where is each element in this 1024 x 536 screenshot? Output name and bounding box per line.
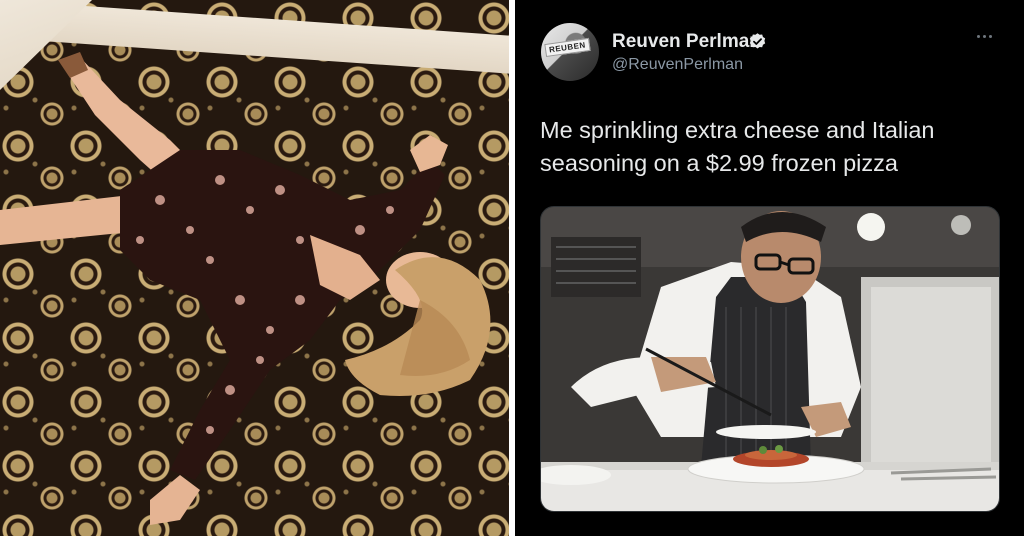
user-handle[interactable]: @ReuvenPerlman (612, 56, 743, 74)
display-name[interactable]: Reuven Perlman (612, 31, 761, 53)
avatar-sign: REUBEN (544, 37, 591, 58)
tweet-card: REUBEN Reuven Perlman @ReuvenPerlman Me … (515, 0, 1024, 536)
chef-plating-photo (541, 207, 999, 511)
verified-badge-icon (749, 33, 766, 49)
left-photo-panel (0, 0, 509, 536)
woman-lying-on-carpet (0, 52, 491, 525)
tweet-media-photo[interactable] (540, 206, 1000, 512)
more-options-icon[interactable] (977, 30, 1001, 42)
tweet-text: Me sprinkling extra cheese and Italian s… (540, 117, 935, 176)
avatar[interactable]: REUBEN (541, 23, 599, 81)
